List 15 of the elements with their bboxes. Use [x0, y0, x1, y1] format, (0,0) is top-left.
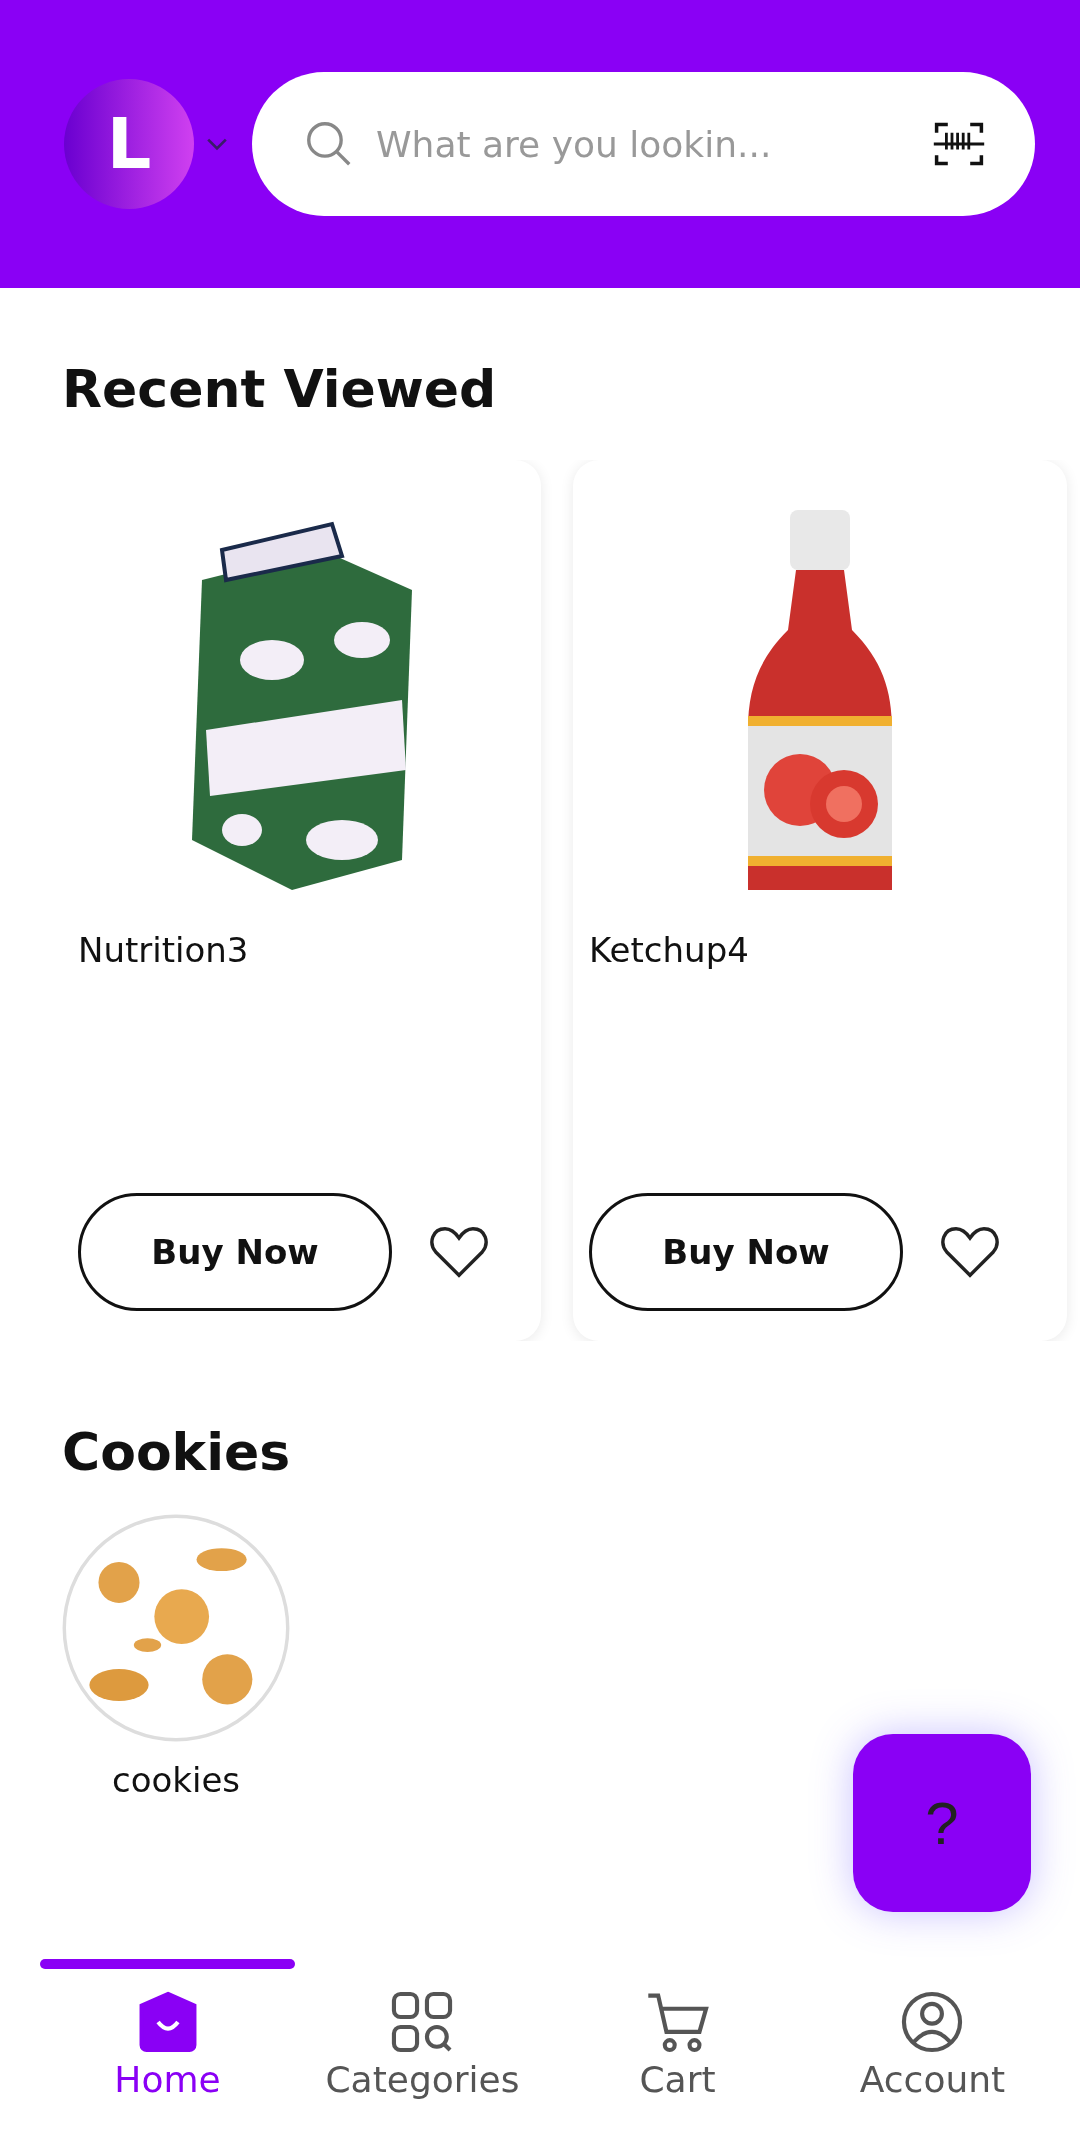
search-field[interactable]: What are you lookin... — [374, 122, 913, 166]
product-name: Ketchup4 — [589, 930, 750, 973]
buy-now-button[interactable]: Buy Now — [589, 1193, 903, 1312]
product-name: Nutrition3 — [78, 930, 250, 973]
category-label: cookies — [111, 1759, 241, 1800]
section-title: Cookies — [62, 1421, 292, 1484]
nav-tab[interactable]: Cart — [639, 1969, 716, 2100]
avatar[interactable]: L — [64, 79, 194, 209]
product-card[interactable]: Nutrition3 Buy Now — [0, 460, 541, 1342]
section-title: Recent Viewed — [62, 358, 498, 421]
nav-tab[interactable]: Account — [859, 1969, 1006, 2100]
buy-now-button[interactable]: Buy Now — [78, 1193, 392, 1312]
product-card[interactable]: Ketchup4 Buy Now — [573, 460, 1067, 1342]
nav-tab[interactable]: Categories — [325, 1969, 520, 2100]
nav-tab[interactable]: Home — [114, 1969, 221, 2100]
